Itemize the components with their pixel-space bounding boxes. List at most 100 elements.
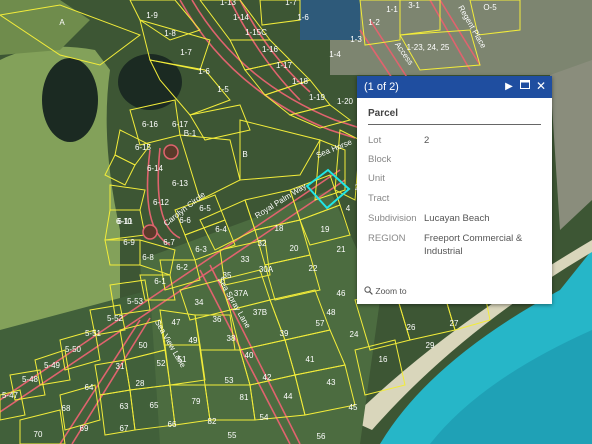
cul-de-sac (163, 144, 179, 160)
parcel-label: 65 (150, 401, 159, 410)
parcel-label: 1-7 (285, 0, 297, 7)
parcel-label: 6-16 (142, 120, 159, 129)
parcel-label: 6-6 (179, 216, 191, 225)
attr-key-unit: Unit (368, 173, 385, 184)
parcel-label: 31 (116, 362, 125, 371)
parcel-label: 66 (168, 420, 177, 429)
parcel-label: 38 (227, 334, 236, 343)
parcel-label: 43 (327, 378, 336, 387)
parcel-label: 49 (189, 336, 198, 345)
parcel-label: 16 (379, 355, 388, 364)
parcel-label: 6-13 (172, 179, 189, 188)
attr-value-region: Freeport Commercial & Industrial (424, 233, 523, 257)
attr-key-tract: Tract (368, 193, 390, 204)
parcel-label: 42 (263, 373, 272, 382)
parcel-label: 5-49 (44, 361, 61, 370)
parcel-label: 4 (346, 204, 351, 213)
parcel-label: 54 (260, 413, 269, 422)
parcel-label: 1-17 (276, 61, 293, 70)
parcel-label: 5-51 (85, 329, 102, 338)
parcel-label: 1-5 (217, 85, 229, 94)
parcel-label: 6-3 (195, 245, 207, 254)
parcel-label: 37A (234, 289, 249, 298)
attr-key-region: REGION (368, 233, 406, 244)
parcel-label: 70 (34, 430, 43, 439)
parcel-popup: (1 of 2) ▶ ✕ Parcel Lot 2 Block Unit Tra… (357, 76, 552, 304)
parcel-label: 1-7 (180, 48, 192, 57)
parcel-label: 5-52 (107, 314, 124, 323)
parcel-label: 6-15 (135, 143, 152, 152)
parcel-label: 5-47 (2, 391, 19, 400)
parcel-label: 68 (62, 404, 71, 413)
parcel-label: 6-5 (199, 204, 211, 213)
parcel-label: 32 (258, 239, 267, 248)
divider (368, 124, 541, 125)
maximize-icon[interactable] (519, 80, 531, 93)
parcel-label: 55 (228, 431, 237, 440)
attr-value-lot: 2 (424, 135, 430, 146)
parcel-label: 35 (223, 271, 232, 280)
parcel-label: B (242, 150, 247, 159)
parcel-label: 27 (450, 319, 459, 328)
popup-count: (1 of 2) (364, 81, 399, 93)
zoom-to-label: Zoom to (375, 286, 407, 296)
parcel-label: 69 (80, 424, 89, 433)
parcel-label: 6-8 (142, 253, 154, 262)
parcel-label: 26 (407, 323, 416, 332)
parcel-label: A (59, 18, 65, 27)
parcel-label: 28 (136, 379, 145, 388)
parcel-label: 53 (225, 376, 234, 385)
parcel-label: 5-50 (65, 345, 82, 354)
parcel-label: 6-10 (116, 217, 133, 226)
parcel-label: 6-12 (153, 198, 170, 207)
parcel-label: 6-1 (154, 277, 166, 286)
zoom-to-link[interactable]: Zoom to (364, 286, 407, 296)
parcel-label: 19 (321, 225, 330, 234)
parcel-label: 1-19 (309, 93, 326, 102)
parcel-label: 5-48 (22, 375, 39, 384)
parcel-label: 40 (245, 351, 254, 360)
parcel-label: 44 (284, 392, 293, 401)
parcel-label: 39 (280, 329, 289, 338)
parcel-label: 1-13 (220, 0, 237, 7)
parcel-label: 30A (259, 265, 274, 274)
parcel-label: 67 (120, 424, 129, 433)
parcel-label: 1-9 (146, 11, 158, 20)
parcel-label: 6-9 (123, 238, 135, 247)
zoom-magnifier-icon (364, 286, 373, 295)
attr-key-block: Block (368, 154, 392, 165)
parcel-label: 47 (172, 318, 181, 327)
parcel-label: 1-18 (292, 77, 309, 86)
parcel-label: 82 (208, 417, 217, 426)
attr-key-subdivision: Subdivision (368, 213, 417, 224)
parcel-label: 6-4 (215, 225, 227, 234)
parcel-label: 57 (316, 319, 325, 328)
popup-header: (1 of 2) ▶ ✕ (357, 76, 552, 98)
parcel-label: 46 (337, 289, 346, 298)
parcel-label: 48 (327, 308, 336, 317)
parcel-label: 1-3 (350, 35, 362, 44)
popup-title: Parcel (368, 108, 399, 119)
parcel-label: 1-23, 24, 25 (407, 43, 450, 52)
next-arrow-icon[interactable]: ▶ (503, 80, 515, 93)
lake (118, 54, 182, 110)
parcel-label: 6-2 (176, 263, 188, 272)
parcel-label: 24 (350, 330, 359, 339)
parcel-label: 21 (337, 245, 346, 254)
parcel-label: B-1 (184, 129, 197, 138)
lake (42, 58, 98, 142)
close-icon[interactable]: ✕ (535, 80, 547, 93)
parcel-label: 6-7 (163, 238, 175, 247)
parcel-label: 1-1 (386, 5, 398, 14)
attr-value-subdivision: Lucayan Beach (424, 213, 490, 224)
parcel-label: 33 (241, 255, 250, 264)
parcel-label: 37B (253, 308, 267, 317)
parcel-label: 20 (290, 244, 299, 253)
parcel-label: O-5 (483, 3, 497, 12)
parcel-label: 56 (317, 432, 326, 441)
parcel-label: 34 (195, 298, 204, 307)
parcel-label: 1-15C (245, 28, 267, 37)
parcel-label: 1-6 (198, 67, 210, 76)
parcel-label: 1-14 (233, 13, 250, 22)
parcel-label: 6-14 (147, 164, 164, 173)
